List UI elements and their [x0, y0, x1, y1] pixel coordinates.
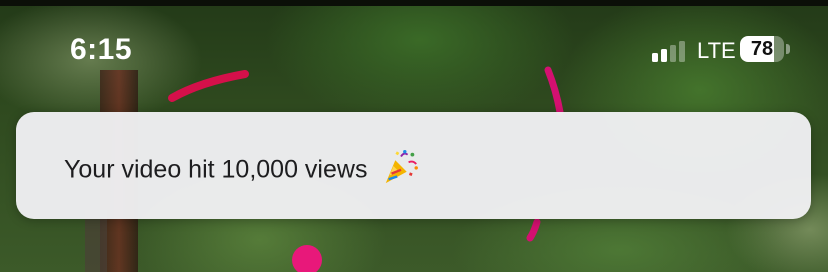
- battery-percent: 78: [750, 38, 774, 60]
- battery-body: 78: [740, 36, 784, 62]
- signal-bar-2: [661, 49, 667, 62]
- notification-banner[interactable]: Your video hit 10,000 views: [16, 112, 811, 219]
- battery-cap: [786, 44, 790, 54]
- network-type: LTE: [697, 38, 736, 63]
- battery-icon: 78: [740, 36, 790, 62]
- pink-arc-right-lower: [526, 218, 541, 242]
- cellular-signal-icon: [652, 38, 688, 62]
- clock-time: 6:15: [70, 33, 133, 66]
- notification-message: Your video hit 10,000 views: [64, 155, 368, 184]
- pink-dot: [292, 245, 322, 272]
- signal-bar-4: [679, 41, 685, 62]
- signal-bar-3: [670, 45, 676, 62]
- signal-bar-1: [652, 53, 658, 62]
- video-background: 6:15 LTE 78 Your video hit 10,000 views: [0, 0, 828, 272]
- party-popper-icon: [386, 150, 419, 184]
- status-bar: 6:15 LTE 78: [0, 0, 828, 100]
- notification-content: Your video hit 10,000 views: [64, 150, 420, 190]
